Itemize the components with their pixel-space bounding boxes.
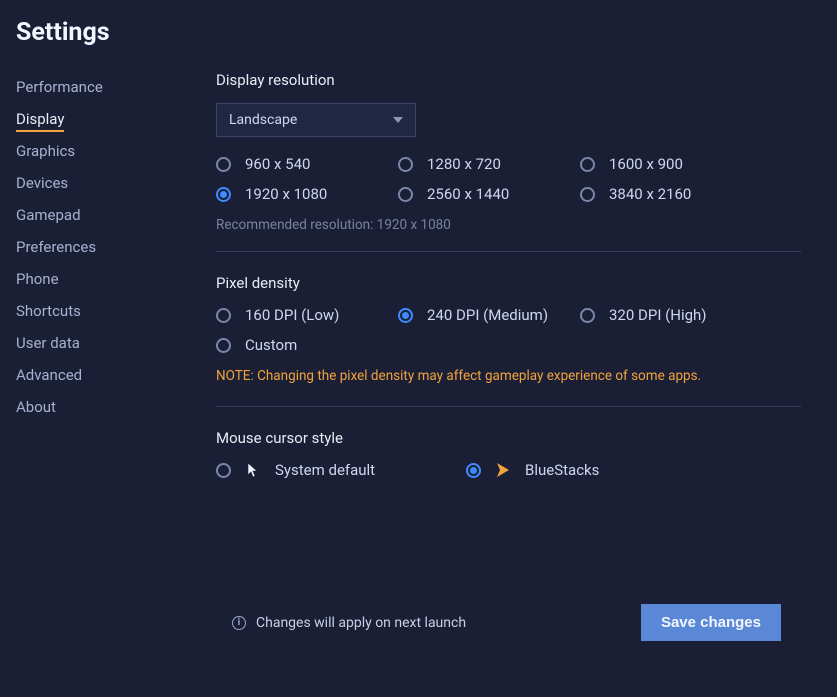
radio-label: 2560 x 1440 [427, 185, 509, 203]
dpi-option-160[interactable]: 160 DPI (Low) [216, 306, 398, 324]
dpi-option-320[interactable]: 320 DPI (High) [580, 306, 762, 324]
sidebar-item-preferences[interactable]: Preferences [16, 231, 216, 263]
radio-label: System default [275, 461, 375, 479]
resolution-option-1920x1080[interactable]: 1920 x 1080 [216, 185, 398, 203]
pixel-density-note: NOTE: Changing the pixel density may aff… [216, 368, 801, 384]
info-icon: i [232, 616, 246, 630]
cursor-option-system-default[interactable]: System default [216, 461, 466, 479]
radio-label: 1280 x 720 [427, 155, 501, 173]
radio-icon [216, 157, 231, 172]
cursor-bluestacks-icon [495, 462, 511, 478]
radio-icon [466, 463, 481, 478]
sidebar-item-graphics[interactable]: Graphics [16, 135, 216, 167]
dpi-option-custom[interactable]: Custom [216, 336, 398, 354]
radio-icon [398, 157, 413, 172]
radio-label: 320 DPI (High) [609, 306, 707, 324]
footer: i Changes will apply on next launch Save… [232, 604, 781, 641]
main-content: Display resolution Landscape 960 x 540 1… [216, 71, 837, 479]
sidebar-item-label: Shortcuts [16, 302, 81, 320]
sidebar-item-performance[interactable]: Performance [16, 71, 216, 103]
orientation-selected-value: Landscape [229, 112, 297, 128]
sidebar-item-label: Performance [16, 78, 103, 96]
cursor-option-bluestacks[interactable]: BlueStacks [466, 461, 716, 479]
sidebar-item-about[interactable]: About [16, 391, 216, 423]
radio-icon [216, 308, 231, 323]
sidebar-item-display[interactable]: Display [16, 103, 216, 135]
sidebar: Performance Display Graphics Devices Gam… [0, 71, 216, 479]
divider [216, 406, 801, 407]
sidebar-item-devices[interactable]: Devices [16, 167, 216, 199]
cursor-style-title: Mouse cursor style [216, 429, 801, 447]
dpi-option-240[interactable]: 240 DPI (Medium) [398, 306, 580, 324]
sidebar-item-shortcuts[interactable]: Shortcuts [16, 295, 216, 327]
sidebar-item-label: Gamepad [16, 206, 81, 224]
radio-icon [216, 187, 231, 202]
radio-label: BlueStacks [525, 461, 599, 479]
sidebar-item-label: About [16, 398, 56, 416]
radio-icon [580, 308, 595, 323]
radio-label: 160 DPI (Low) [245, 306, 339, 324]
sidebar-item-advanced[interactable]: Advanced [16, 359, 216, 391]
resolution-title: Display resolution [216, 71, 801, 89]
save-changes-button[interactable]: Save changes [641, 604, 781, 641]
radio-label: Custom [245, 336, 297, 354]
sidebar-item-label: Devices [16, 174, 68, 192]
sidebar-item-label: Advanced [16, 366, 82, 384]
radio-label: 960 x 540 [245, 155, 310, 173]
sidebar-item-label: Display [16, 110, 64, 132]
radio-label: 1920 x 1080 [245, 185, 327, 203]
resolution-option-1600x900[interactable]: 1600 x 900 [580, 155, 762, 173]
page-title: Settings [0, 0, 837, 71]
radio-icon [580, 157, 595, 172]
resolution-option-1280x720[interactable]: 1280 x 720 [398, 155, 580, 173]
sidebar-item-label: User data [16, 334, 80, 352]
radio-label: 240 DPI (Medium) [427, 306, 548, 324]
recommended-resolution-text: Recommended resolution: 1920 x 1080 [216, 217, 801, 233]
sidebar-item-label: Graphics [16, 142, 75, 160]
cursor-default-icon [245, 462, 261, 478]
resolution-option-3840x2160[interactable]: 3840 x 2160 [580, 185, 762, 203]
sidebar-item-label: Phone [16, 270, 59, 288]
resolution-option-960x540[interactable]: 960 x 540 [216, 155, 398, 173]
sidebar-item-user-data[interactable]: User data [16, 327, 216, 359]
radio-icon [580, 187, 595, 202]
sidebar-item-label: Preferences [16, 238, 96, 256]
chevron-down-icon [393, 117, 403, 123]
radio-icon [398, 308, 413, 323]
radio-icon [216, 463, 231, 478]
radio-icon [216, 338, 231, 353]
resolution-option-2560x1440[interactable]: 2560 x 1440 [398, 185, 580, 203]
sidebar-item-gamepad[interactable]: Gamepad [16, 199, 216, 231]
orientation-select[interactable]: Landscape [216, 103, 416, 137]
pixel-density-title: Pixel density [216, 274, 801, 292]
footer-info-text: Changes will apply on next launch [256, 615, 466, 631]
radio-label: 1600 x 900 [609, 155, 683, 173]
divider [216, 251, 801, 252]
radio-label: 3840 x 2160 [609, 185, 691, 203]
radio-icon [398, 187, 413, 202]
sidebar-item-phone[interactable]: Phone [16, 263, 216, 295]
